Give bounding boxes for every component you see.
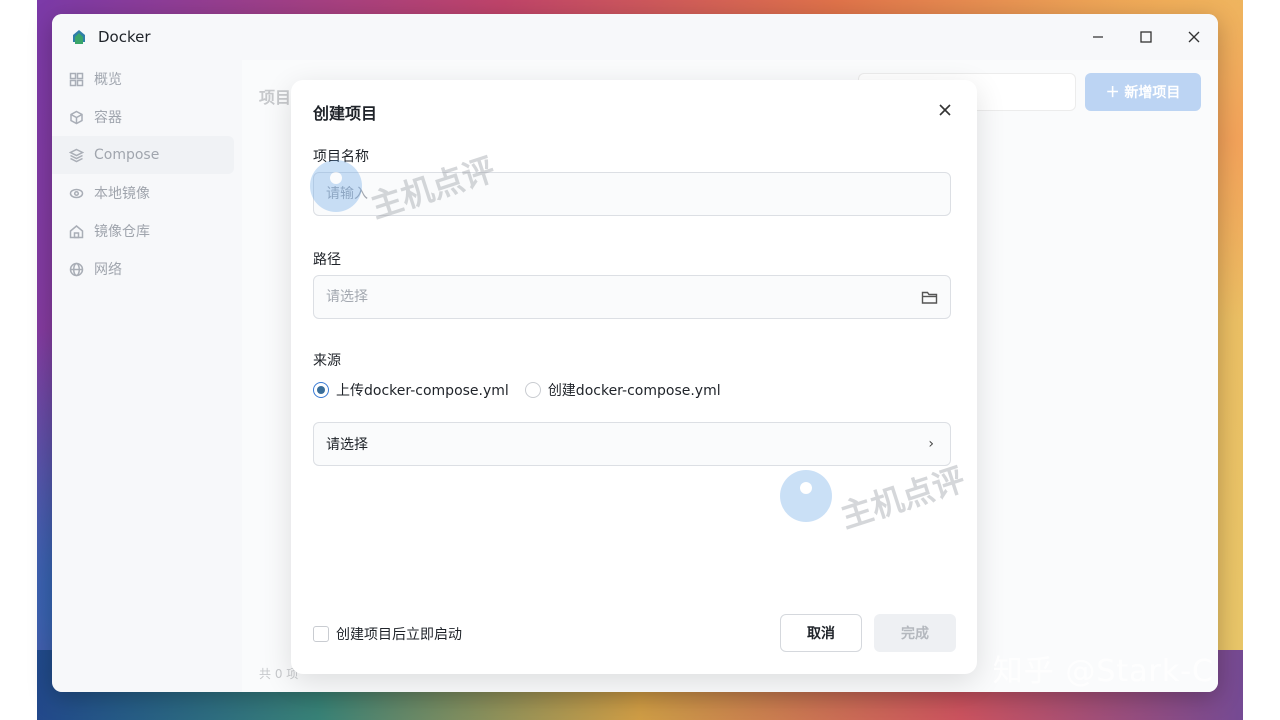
maximize-button[interactable] [1122, 14, 1170, 60]
compose-file-select[interactable]: 请选择 › [313, 422, 951, 466]
sidebar-item-overview[interactable]: 概览 [52, 60, 234, 98]
path-field [313, 275, 951, 319]
close-icon [1188, 31, 1200, 43]
path-label: 路径 [313, 252, 341, 268]
close-window-button[interactable] [1170, 14, 1218, 60]
title-bar: Docker [52, 14, 1218, 60]
home-icon [69, 224, 84, 238]
create-project-dialog: 创建项目 项目名称 路径 来源 上传docker-compose.yml 创建d… [291, 80, 977, 674]
sidebar: 概览 容器 Compose 本地镜像 镜像仓库 网络 [52, 60, 242, 692]
layers-icon [69, 148, 84, 162]
source-radio-group: 上传docker-compose.yml 创建docker-compose.ym… [313, 380, 737, 400]
sidebar-item-label: 容器 [94, 110, 122, 126]
grid-icon [69, 72, 84, 86]
minimize-icon [1093, 36, 1103, 38]
sidebar-item-network[interactable]: 网络 [52, 250, 234, 288]
sidebar-item-label: 网络 [94, 262, 122, 278]
sidebar-item-registry[interactable]: 镜像仓库 [52, 212, 234, 250]
autostart-label: 创建项目后立即启动 [336, 627, 462, 643]
cube-icon [70, 110, 83, 124]
sidebar-item-compose[interactable]: Compose [52, 136, 234, 174]
radio-upload-compose[interactable]: 上传docker-compose.yml [313, 380, 509, 400]
sidebar-item-local-images[interactable]: 本地镜像 [52, 174, 234, 212]
path-input[interactable] [326, 289, 950, 305]
sidebar-item-label: 镜像仓库 [94, 224, 150, 240]
source-label: 来源 [313, 353, 341, 369]
dialog-close-button[interactable] [935, 100, 955, 120]
project-name-input[interactable] [326, 186, 950, 202]
minimize-button[interactable] [1074, 14, 1122, 60]
cancel-button[interactable]: 取消 [780, 614, 862, 652]
radio-selected-icon [313, 382, 329, 398]
radio-create-compose[interactable]: 创建docker-compose.yml [524, 380, 721, 400]
window-controls [1074, 14, 1218, 60]
sidebar-item-label: 本地镜像 [94, 186, 150, 202]
page-title: 项目 [259, 88, 292, 107]
close-icon [939, 104, 951, 116]
autostart-checkbox[interactable] [313, 626, 329, 642]
eye-icon [69, 188, 84, 198]
radio-unselected-icon [524, 382, 541, 398]
docker-logo-icon [73, 30, 85, 44]
sidebar-item-label: 概览 [94, 72, 122, 88]
radio-label: 创建docker-compose.yml [547, 383, 721, 399]
sidebar-item-label: Compose [94, 147, 160, 163]
select-value: 请选择 [326, 437, 368, 453]
autostart-checkbox-row[interactable]: 创建项目后立即启动 [313, 624, 462, 644]
radio-label: 上传docker-compose.yml [336, 383, 509, 399]
folder-icon[interactable] [921, 289, 938, 306]
project-name-field [313, 172, 951, 216]
app-title: Docker [98, 28, 151, 46]
credit-watermark: 知乎 @Stark-C [992, 654, 1214, 689]
sidebar-item-containers[interactable]: 容器 [52, 98, 234, 136]
add-project-button[interactable]: ＋ 新增项目 [1085, 73, 1201, 111]
project-name-label: 项目名称 [313, 149, 369, 165]
maximize-icon [1140, 31, 1152, 43]
dialog-title: 创建项目 [313, 104, 378, 123]
chevron-right-icon: › [928, 436, 934, 452]
done-button[interactable]: 完成 [874, 614, 956, 652]
globe-icon [69, 262, 84, 276]
